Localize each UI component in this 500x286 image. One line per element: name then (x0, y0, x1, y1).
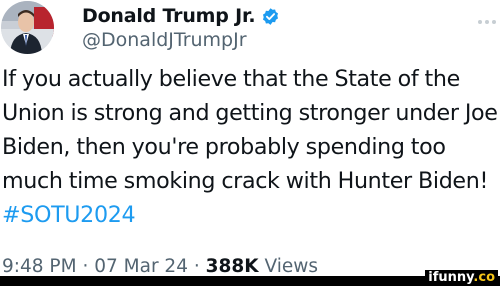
tweet-body: If you actually believe that the State o… (2, 66, 498, 194)
tweet-card: Donald Trump Jr. @DonaldJTrumpJr If you … (0, 0, 500, 286)
views-label: Views (264, 256, 319, 277)
watermark-suffix: .co (473, 270, 495, 285)
dot-icon (485, 20, 489, 24)
author-handle[interactable]: @DonaldJTrumpJr (82, 29, 247, 51)
author-name-row: Donald Trump Jr. (82, 4, 280, 28)
hashtag-link[interactable]: #SOTU2024 (2, 202, 136, 228)
meta-separator: · (193, 256, 200, 277)
ifunny-watermark: ifunny.co (425, 270, 498, 286)
meta-separator: · (82, 256, 89, 277)
watermark-brand: ifunny (428, 270, 474, 285)
views-count: 388K (205, 256, 259, 277)
avatar[interactable] (1, 1, 54, 54)
dot-icon (478, 20, 482, 24)
tweet-text: If you actually believe that the State o… (2, 62, 500, 232)
tweet-time[interactable]: 9:48 PM (2, 256, 77, 277)
tweet-date[interactable]: 07 Mar 24 (94, 256, 188, 277)
dot-icon (492, 20, 496, 24)
more-options-icon[interactable] (478, 18, 498, 26)
verified-badge-icon (261, 7, 280, 26)
display-name[interactable]: Donald Trump Jr. (82, 5, 256, 27)
profile-photo-icon (1, 1, 54, 54)
